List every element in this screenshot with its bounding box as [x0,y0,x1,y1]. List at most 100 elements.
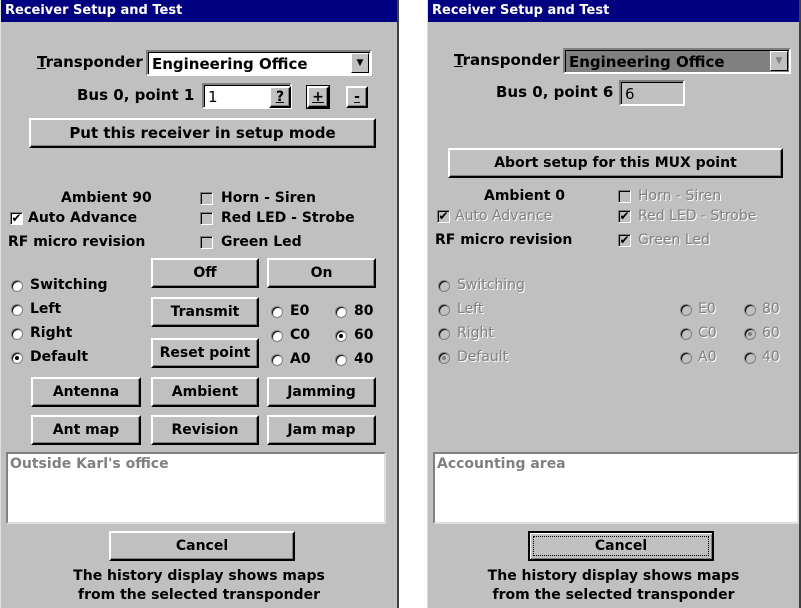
radio-code-40 [744,352,756,364]
auto-advance-checkbox[interactable]: ✔ [10,212,23,225]
code-e0-label: E0 [698,301,716,317]
cancel-button[interactable]: Cancel [109,531,295,561]
revision-button[interactable]: Revision [151,415,259,445]
footer-line-2: from the selected transponder [492,587,735,603]
radio-right[interactable] [11,328,23,340]
radio-code-60 [744,328,756,340]
green-led-checkbox[interactable] [200,236,213,249]
radio-code-80[interactable] [335,306,347,318]
chevron-down-icon: ▼ [770,51,788,71]
check-icon: ✔ [619,209,630,223]
rf-micro-label: RF micro revision [435,232,573,248]
code-c0-label: C0 [698,325,717,341]
abort-setup-button[interactable]: Abort setup for this MUX point [448,148,783,178]
green-led-label: Green Led [638,232,710,248]
radio-code-40[interactable] [335,354,347,366]
radio-code-c0[interactable] [271,330,283,342]
ambient-button[interactable]: Ambient [151,377,259,407]
red-led-checkbox: ✔ [618,210,631,223]
jam-map-button[interactable]: Jam map [267,415,376,445]
radio-left-label: Left [30,301,62,317]
radio-code-80 [744,304,756,316]
footer-line-1: The history display shows maps [487,568,740,584]
radio-switching-label: Switching [30,277,108,293]
plus-button[interactable]: + [306,85,330,109]
code-40-label: 40 [354,351,374,367]
radio-default[interactable] [11,352,23,364]
radio-left-label: Left [457,301,484,317]
radio-default-label: Default [30,349,89,365]
off-button[interactable]: Off [151,258,259,288]
minus-button[interactable]: - [346,86,368,108]
radio-right [438,328,450,340]
code-80-label: 80 [762,301,780,317]
minus-button-label: - [354,89,360,105]
radio-code-e0[interactable] [271,306,283,318]
auto-advance-label: Auto Advance [28,210,138,226]
transponder-combo: Engineering Office ▼ [563,48,791,74]
bus-point-label: Bus 0, point 6 [496,83,614,101]
radio-right-label: Right [30,325,73,341]
radio-left[interactable] [11,304,23,316]
radio-code-e0 [680,304,692,316]
horn-checkbox[interactable] [200,192,213,205]
red-led-label: Red LED - Strobe [221,210,355,226]
radio-right-label: Right [457,325,494,341]
left-dialog: Receiver Setup and Test Transponder Engi… [0,0,399,608]
auto-advance-label: Auto Advance [455,208,553,224]
radio-code-a0 [680,352,692,364]
ant-map-button[interactable]: Ant map [31,415,141,445]
cancel-button[interactable]: Cancel [528,531,714,561]
transmit-button[interactable]: Transmit [151,297,259,327]
code-a0-label: A0 [698,349,717,365]
antenna-button[interactable]: Antenna [31,377,141,407]
right-title-bar: Receiver Setup and Test [428,0,799,22]
help-button-label: ? [275,89,285,105]
code-a0-label: A0 [290,351,311,367]
transponder-value: Engineering Office [569,53,725,71]
check-icon: ✔ [438,209,449,223]
radio-code-60[interactable] [335,330,347,342]
radio-switching[interactable] [11,280,23,292]
code-e0-label: E0 [290,303,310,319]
transponder-label: Transponder [454,51,560,69]
plus-button-label: + [312,89,324,105]
transponder-combo[interactable]: Engineering Office ▼ [146,50,372,76]
chevron-down-icon[interactable]: ▼ [351,53,369,73]
code-40-label: 40 [762,349,780,365]
radio-code-c0 [680,328,692,340]
location-memo[interactable]: Outside Karl's office [6,452,386,524]
help-button[interactable]: ? [269,86,291,108]
check-icon: ✔ [11,211,22,225]
radio-default-label: Default [457,349,509,365]
setup-mode-button[interactable]: Put this receiver in setup mode [29,118,376,148]
rf-micro-label: RF micro revision [8,234,146,250]
code-60-label: 60 [354,327,374,343]
footer-line-2: from the selected transponder [78,587,320,603]
check-icon: ✔ [619,233,630,247]
location-memo-text: Outside Karl's office [10,456,169,472]
auto-advance-checkbox: ✔ [437,210,450,223]
reset-point-button[interactable]: Reset point [151,338,259,368]
ambient-label: Ambient 0 [484,188,566,204]
green-led-checkbox: ✔ [618,234,631,247]
bus-point-value: 6 [625,85,635,103]
radio-code-a0[interactable] [271,354,283,366]
bus-point-input: 6 [619,80,685,106]
horn-checkbox [618,190,631,203]
left-title-bar: Receiver Setup and Test [1,0,397,22]
on-button[interactable]: On [267,258,376,288]
jamming-button[interactable]: Jamming [267,377,376,407]
code-c0-label: C0 [290,327,311,343]
ambient-label: Ambient 90 [61,190,152,206]
radio-left [438,304,450,316]
horn-label: Horn - Siren [638,188,722,204]
green-led-label: Green Led [221,234,302,250]
location-memo-text: Accounting area [437,456,566,472]
horn-label: Horn - Siren [221,190,317,206]
transponder-label: Transponder [37,53,143,71]
bus-point-value: 1 [208,88,218,106]
red-led-checkbox[interactable] [200,212,213,225]
code-60-label: 60 [762,325,780,341]
location-memo[interactable]: Accounting area [433,452,799,524]
